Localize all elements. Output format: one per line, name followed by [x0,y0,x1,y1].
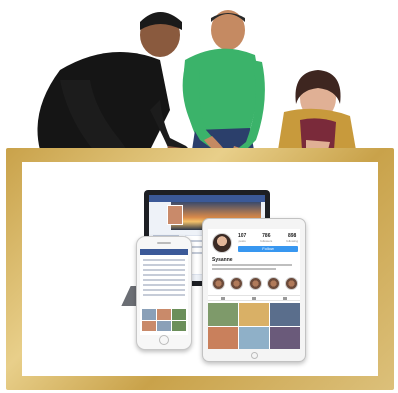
highlight-circle [230,277,244,290]
illustration: 107 posts 786 followers 898 following Fo… [0,0,398,393]
list-icon [251,296,256,300]
instagram-bio [212,264,292,272]
instagram-stat-followers: 786 followers [260,233,272,243]
instagram-tab-bar [208,295,300,301]
highlight-circle [266,277,280,290]
instagram-stat-posts: 107 posts [238,233,246,243]
facebook-profile-picture [167,205,183,225]
instagram-stat-following: 898 following [286,233,298,243]
instagram-story-highlights [212,277,298,290]
instagram-profile-avatar [212,233,232,253]
stat-label: posts [238,239,246,243]
phone-screen-facebook [140,249,188,335]
person-left [37,12,196,170]
person-middle [182,10,265,158]
instagram-follow-button: Follow [238,246,298,252]
instagram-stats: 107 posts 786 followers 898 following [238,233,298,243]
grid-icon [221,296,226,300]
instagram-username: Sysanne [212,257,233,263]
highlight-circle [285,277,298,290]
tablet-home-button [251,352,258,359]
phone-home-button [159,335,169,345]
tablet-screen-instagram: 107 posts 786 followers 898 following Fo… [208,229,300,349]
people-group-illustration [37,10,356,170]
person-right [278,70,356,150]
tablet-icon: 107 posts 786 followers 898 following Fo… [202,218,306,362]
highlight-circle [212,277,225,290]
stat-label: followers [260,239,273,243]
stat-label: following [286,239,298,243]
facebook-top-bar [149,195,265,202]
tag-icon [282,296,287,300]
phone-speaker [157,242,171,244]
phone-feed-text [143,259,185,299]
highlight-circle [248,277,262,290]
instagram-photo-grid [208,303,300,349]
phone-facebook-bar [140,249,188,255]
smartphone-icon [136,236,192,350]
phone-photo-grid [142,309,186,331]
